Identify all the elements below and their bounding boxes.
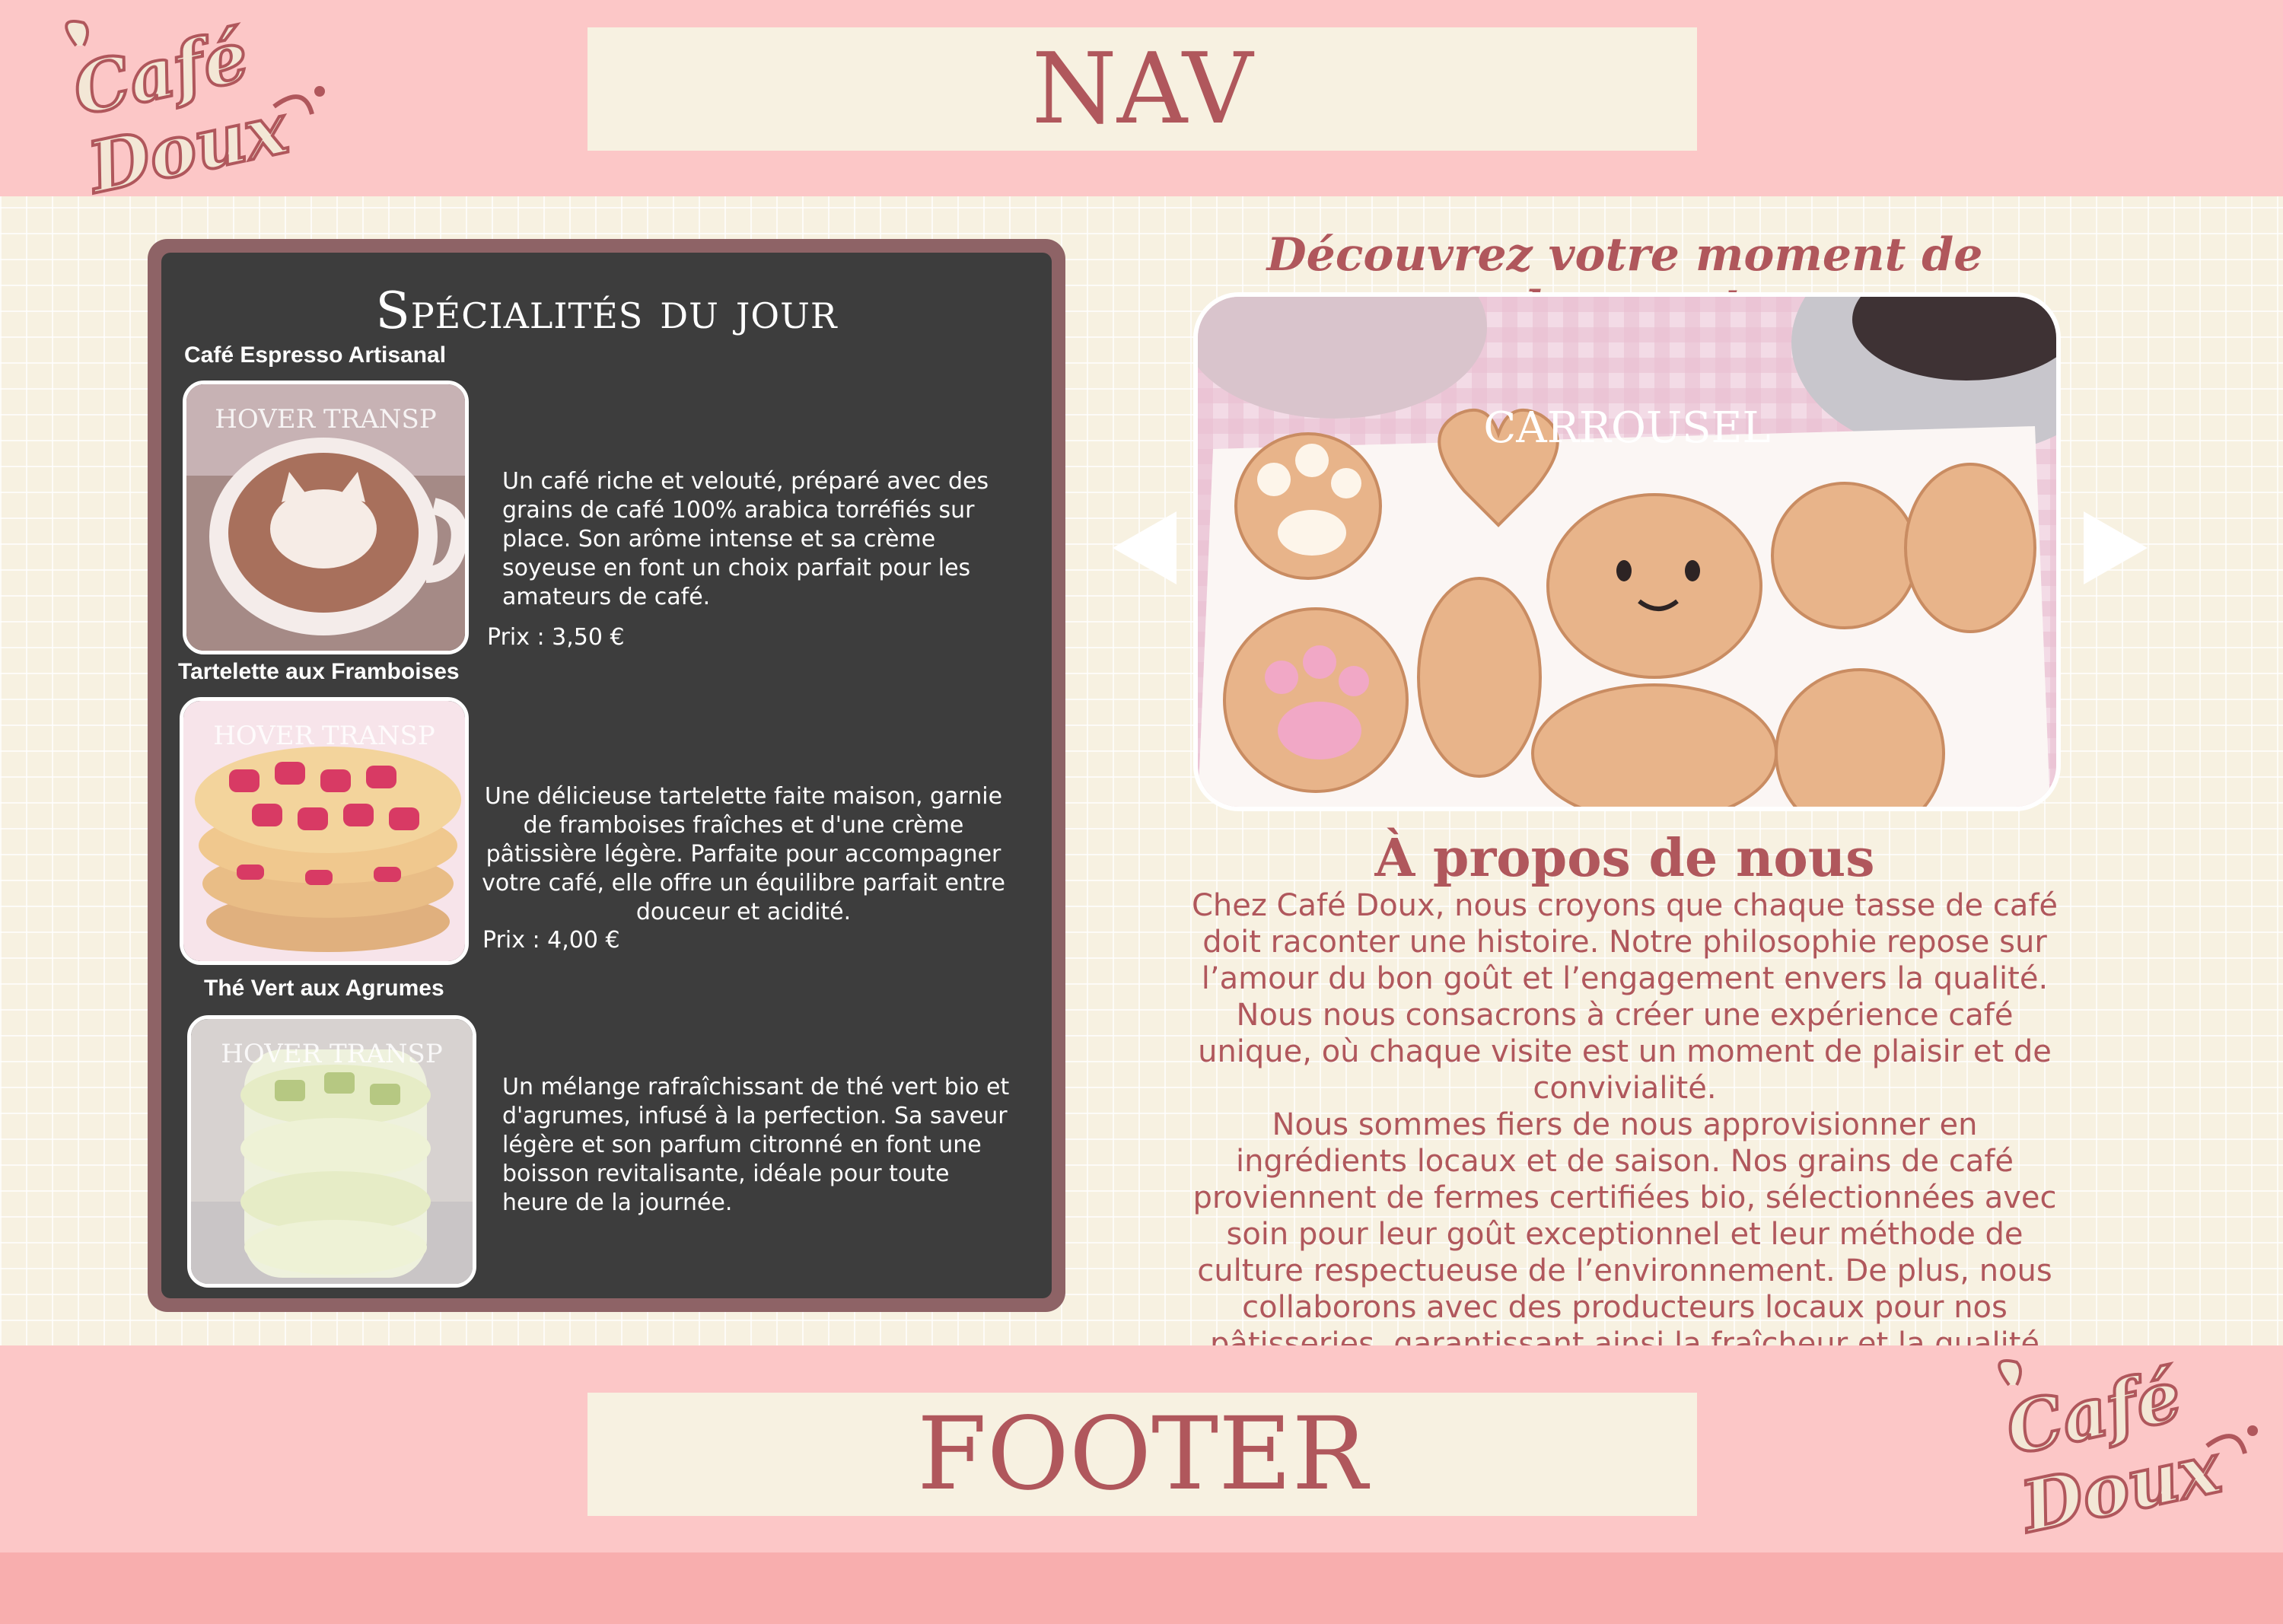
- chevron-right-icon[interactable]: [2084, 511, 2148, 588]
- item-price: Prix : 3,50 €: [487, 624, 625, 651]
- specials-panel-inner: Spécialités du jour Café Espresso Artisa…: [161, 253, 1052, 1298]
- specials-panel: Spécialités du jour Café Espresso Artisa…: [148, 239, 1065, 1312]
- item-name: Thé Vert aux Agrumes: [204, 976, 444, 1001]
- item-name: Tartelette aux Framboises: [178, 659, 460, 684]
- hover-label: HOVER TRANSP: [213, 721, 435, 751]
- nav-label: NAV: [1031, 32, 1253, 146]
- item-description: Un mélange rafraîchissant de thé vert bi…: [502, 1074, 1010, 1216]
- specials-title: Spécialités du jour: [375, 282, 838, 340]
- hover-label: HOVER TRANSP: [215, 404, 437, 435]
- cafe-doux-logo[interactable]: Café Doux: [46, 13, 335, 212]
- footer-label: FOOTER: [917, 1396, 1368, 1513]
- item-name: Café Espresso Artisanal: [184, 342, 447, 368]
- chevron-left-icon[interactable]: [1113, 511, 1177, 588]
- cafe-doux-logo[interactable]: Café Doux: [1979, 1332, 2268, 1560]
- carousel-label: CARROUSEL: [1483, 403, 1771, 453]
- item-price: Prix : 4,00 €: [482, 927, 620, 954]
- footer-strip: [0, 1552, 2283, 1624]
- carousel[interactable]: CARROUSEL: [1193, 292, 2061, 811]
- item-description: Une délicieuse tartelette faite maison, …: [482, 783, 1005, 925]
- about-title: À propos de nous: [1374, 828, 1875, 889]
- espresso-photo[interactable]: HOVER TRANSP: [183, 381, 469, 654]
- about-paragraph: Chez Café Doux, nous croyons que chaque …: [1191, 888, 2059, 1106]
- hover-label: HOVER TRANSP: [221, 1039, 443, 1069]
- about-text: Chez Café Doux, nous croyons que chaque …: [1187, 887, 2062, 1399]
- item-description: Un café riche et velouté, préparé avec d…: [502, 468, 989, 610]
- nav-bar[interactable]: NAV: [587, 27, 1697, 151]
- footer-bar[interactable]: FOOTER: [587, 1393, 1697, 1516]
- the-vert-photo[interactable]: HOVER TRANSP: [187, 1015, 476, 1288]
- tartelette-photo[interactable]: HOVER TRANSP: [180, 697, 469, 965]
